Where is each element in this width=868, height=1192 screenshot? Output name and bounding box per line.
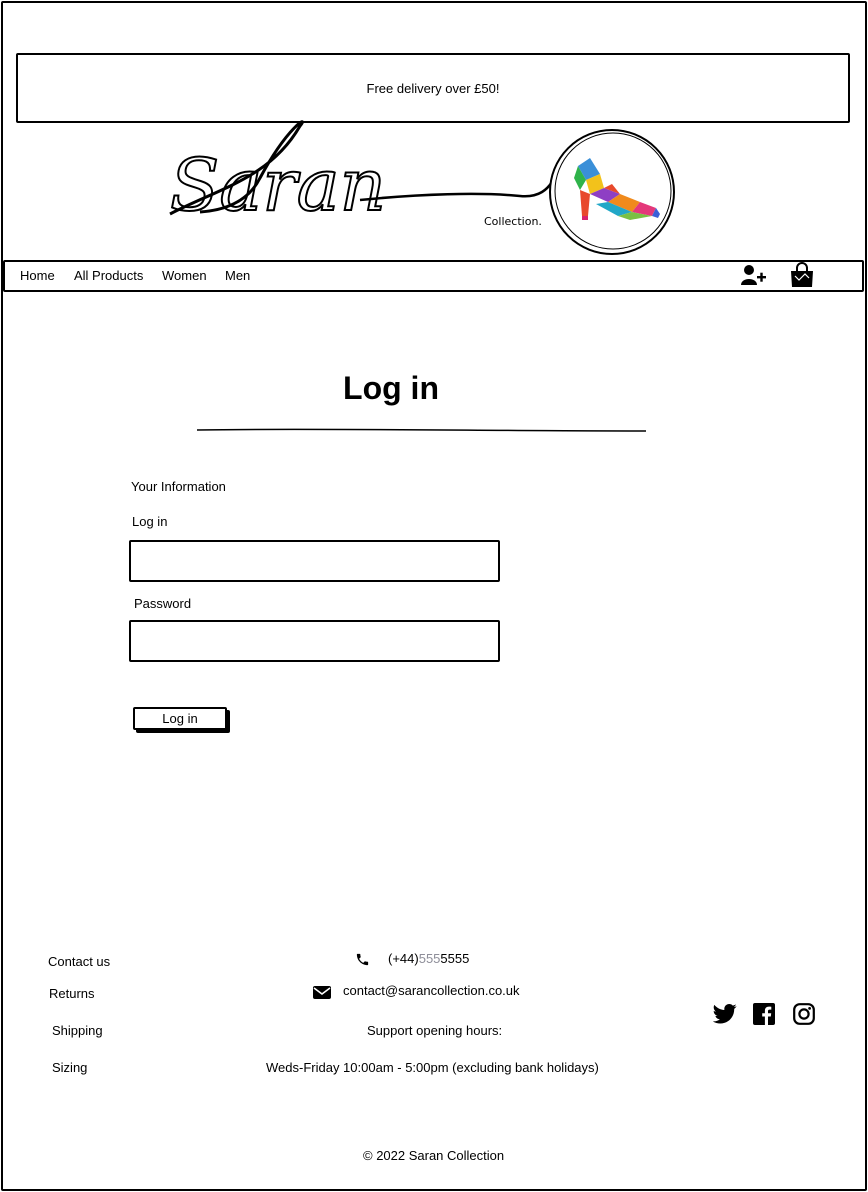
footer-link-shipping[interactable]: Shipping [52,1023,103,1038]
support-hours: Weds-Friday 10:00am - 5:00pm (excluding … [266,1060,599,1075]
promo-banner-text: Free delivery over £50! [366,80,500,96]
nav-home[interactable]: Home [20,268,55,283]
twitter-icon[interactable] [712,1003,737,1030]
phone-middle: 555 [418,951,441,966]
footer-link-returns[interactable]: Returns [49,986,95,1001]
phone-suffix: 5555 [440,951,470,966]
login-submit-button[interactable]: Log in [133,707,227,730]
page-title: Log in [343,370,439,406]
add-user-icon[interactable] [741,264,767,291]
instagram-icon[interactable] [793,1003,815,1030]
title-divider [196,428,647,432]
footer-link-sizing[interactable]: Sizing [52,1060,87,1075]
login-input[interactable] [129,540,500,582]
promo-banner: Free delivery over £50! [16,53,850,123]
shopping-bag-icon[interactable] [789,262,815,293]
logo-sub-text: Collection. [484,215,542,228]
support-heading: Support opening hours: [367,1023,503,1038]
password-input[interactable] [129,620,500,662]
facebook-icon[interactable] [753,1003,775,1030]
nav-women[interactable]: Women [162,268,207,283]
login-label: Log in [132,514,168,529]
nav-men[interactable]: Men [225,268,250,283]
contact-email[interactable]: contact@sarancollection.co.uk [343,983,520,998]
section-label: Your Information [131,479,226,494]
envelope-icon [313,985,331,1005]
phone-number[interactable]: (+44)5555555 [388,951,469,966]
copyright: © 2022 Saran Collection [363,1148,505,1163]
phone-prefix: (+44) [388,951,419,966]
nav-all-products[interactable]: All Products [74,268,143,283]
phone-icon [355,952,370,972]
main-navbar: Home All Products Women Men [3,260,864,292]
site-logo[interactable]: Saran Collection. [160,118,680,256]
logo-graphic: Saran Collection. [169,120,675,255]
footer-link-contact-us[interactable]: Contact us [48,954,110,969]
password-label: Password [134,596,192,611]
